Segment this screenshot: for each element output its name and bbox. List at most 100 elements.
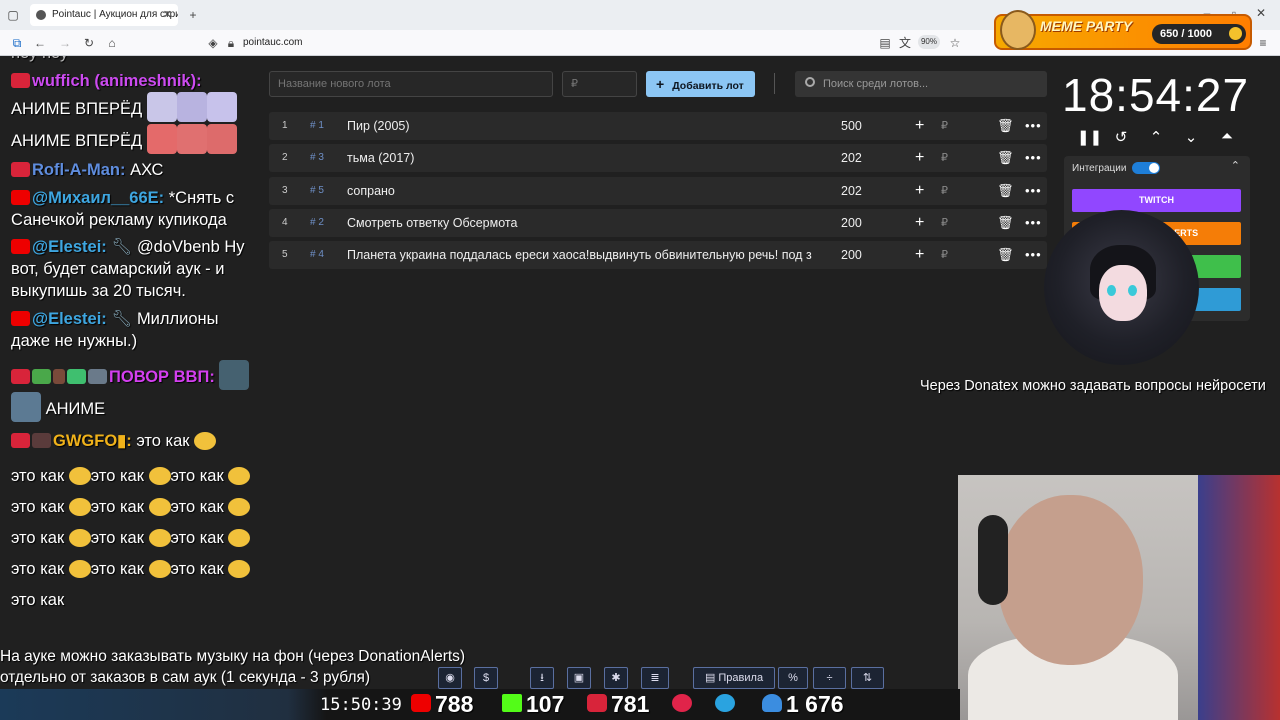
more-options-icon[interactable]: •••	[1025, 112, 1042, 140]
lot-search-input[interactable]: Поиск среди лотов...	[795, 71, 1047, 97]
lot-amount[interactable]: 200	[841, 209, 862, 237]
lot-id-tag: # 5	[310, 184, 324, 196]
download-button[interactable]: ⭳	[530, 667, 554, 689]
close-tab-icon[interactable]: ✕	[163, 4, 172, 26]
doge-icon	[1000, 10, 1036, 50]
lot-name[interactable]: сопрано	[347, 177, 821, 205]
chat-text: это как	[11, 467, 65, 485]
emote-icon	[176, 92, 207, 122]
kick-icon	[502, 694, 522, 712]
divide-button[interactable]: ÷	[813, 667, 846, 689]
ruble-input-icon[interactable]: ₽	[941, 209, 948, 237]
github-button[interactable]: ◉	[438, 667, 462, 689]
rutube-icon	[672, 694, 692, 712]
trash-icon[interactable]: 🗑︎	[997, 177, 1014, 205]
ruble-input-icon[interactable]: ₽	[941, 241, 948, 269]
bug-button[interactable]: ✱	[604, 667, 628, 689]
more-options-icon[interactable]: •••	[1025, 177, 1042, 205]
auction-timer: 18:54:27	[1062, 69, 1250, 121]
donate-button[interactable]: $	[474, 667, 498, 689]
reload-icon[interactable]: ↻	[82, 36, 96, 50]
rules-button[interactable]: ▤ Правила	[693, 667, 775, 689]
twitch-integration-button[interactable]: TWITCH	[1072, 189, 1241, 212]
subtract-time-icon[interactable]: ⌄	[1183, 128, 1199, 146]
lot-amount[interactable]: 500	[841, 112, 862, 140]
percent-button[interactable]: %	[778, 667, 808, 689]
laugh-emote-icon	[148, 467, 171, 485]
lot-amount[interactable]: 200	[841, 241, 862, 269]
lot-amount[interactable]: 202	[841, 144, 862, 172]
add-to-lot-icon[interactable]: +	[915, 144, 924, 172]
new-tab-icon[interactable]: +	[186, 8, 200, 22]
clear-list-button[interactable]: ≣	[641, 667, 669, 689]
trash-icon[interactable]: 🗑︎	[997, 209, 1014, 237]
more-options-icon[interactable]: •••	[1025, 144, 1042, 172]
chat-nick: Rofl-A-Man:	[32, 161, 126, 179]
sidebar-toggle-icon[interactable]: ⧉	[10, 36, 24, 50]
menu-icon[interactable]: ≡	[1256, 36, 1270, 50]
translate-icon[interactable]: 文	[898, 36, 912, 50]
address-bar[interactable]: pointauc.com	[243, 37, 302, 48]
lot-name[interactable]: Смотреть ответку Обсермота	[347, 209, 821, 237]
reset-icon[interactable]: ↺	[1113, 128, 1129, 146]
emote-icon	[146, 92, 177, 122]
chat-message: GWGFO▮: это как	[11, 430, 261, 452]
add-to-lot-icon[interactable]: +	[915, 209, 924, 237]
more-options-icon[interactable]: •••	[1025, 209, 1042, 237]
browser-tab[interactable]: Pointauc | Аукцион для стримеров ✕	[30, 4, 178, 26]
integrations-toggle[interactable]	[1132, 162, 1160, 174]
zoom-level[interactable]: 90%	[918, 35, 940, 49]
lot-row[interactable]: 2 # 3 тьма (2017) 202 + ₽ 🗑︎ •••	[269, 144, 1047, 173]
download-icon: ⭳	[540, 672, 544, 684]
add-time-icon[interactable]: ⌃	[1148, 128, 1164, 146]
add-to-lot-icon[interactable]: +	[915, 112, 924, 140]
coin-icon	[1229, 27, 1242, 40]
lot-index: 1	[282, 120, 288, 131]
save-button[interactable]: ▣	[567, 667, 591, 689]
forward-icon[interactable]: →	[58, 36, 72, 50]
lot-row[interactable]: 3 # 5 сопрано 202 + ₽ 🗑︎ •••	[269, 176, 1047, 205]
twitch-label: TWITCH	[1139, 195, 1174, 205]
trash-icon[interactable]: 🗑︎	[997, 144, 1014, 172]
ruble-input-icon[interactable]: ₽	[941, 177, 948, 205]
lot-price-input[interactable]	[562, 71, 637, 97]
lot-name[interactable]: Планета украина поддалась ереси хаоса!вы…	[347, 241, 821, 269]
lot-name[interactable]: Пир (2005)	[347, 112, 821, 140]
reader-icon[interactable]: ▤	[878, 36, 892, 50]
tab-list-icon[interactable]: ▢	[6, 8, 20, 22]
ruble-input-icon[interactable]: ₽	[941, 112, 948, 140]
add-to-lot-icon[interactable]: +	[915, 241, 924, 269]
tab-title: Pointauc | Аукцион для стримеров	[52, 9, 178, 20]
back-icon[interactable]: ←	[33, 36, 47, 50]
trash-icon[interactable]: 🗑︎	[997, 112, 1014, 140]
home-icon[interactable]: ⌂	[105, 36, 119, 50]
more-options-icon[interactable]: •••	[1025, 241, 1042, 269]
laugh-emote-icon	[148, 560, 171, 578]
new-lot-name-input[interactable]	[269, 71, 553, 97]
youtube-badge-icon	[11, 239, 30, 254]
lot-row[interactable]: 4 # 2 Смотреть ответку Обсермота 200 + ₽ 🗑︎ •••	[269, 208, 1047, 237]
add-lot-button[interactable]: + Добавить лот	[646, 71, 755, 97]
bookmark-star-icon[interactable]: ☆	[948, 36, 962, 50]
lot-row[interactable]: 1 # 1 Пир (2005) 500 + ₽ 🗑︎ •••	[269, 112, 1047, 140]
vklive-viewers: 781	[611, 691, 650, 717]
lock-icon: 🔒︎	[227, 36, 235, 50]
lot-row[interactable]: 5 # 4 Планета украина поддалась ереси хаос…	[269, 241, 1047, 270]
pause-icon[interactable]: ❚❚	[1077, 128, 1102, 146]
search-placeholder: Поиск среди лотов...	[823, 78, 929, 90]
add-to-lot-icon[interactable]: +	[915, 177, 924, 205]
lot-amount[interactable]: 202	[841, 177, 862, 205]
double-add-time-icon[interactable]: ⏶	[1219, 128, 1235, 145]
shield-icon[interactable]: ◈	[206, 36, 220, 50]
chat-message: ПОВОР ВВП:	[11, 360, 261, 390]
ruble-input-icon[interactable]: ₽	[941, 144, 948, 172]
laugh-emote-icon	[228, 529, 251, 547]
sort-button[interactable]: ⇅	[851, 667, 884, 689]
close-window-icon[interactable]: ✕	[1254, 6, 1268, 20]
chevron-up-icon[interactable]: ⌃	[1231, 159, 1240, 172]
trash-icon[interactable]: 🗑︎	[997, 241, 1014, 269]
bottle-badge-icon	[53, 369, 65, 384]
dollar-icon: $	[482, 672, 490, 684]
chat-text: АНИМЕ	[45, 400, 106, 418]
lot-name[interactable]: тьма (2017)	[347, 144, 821, 172]
